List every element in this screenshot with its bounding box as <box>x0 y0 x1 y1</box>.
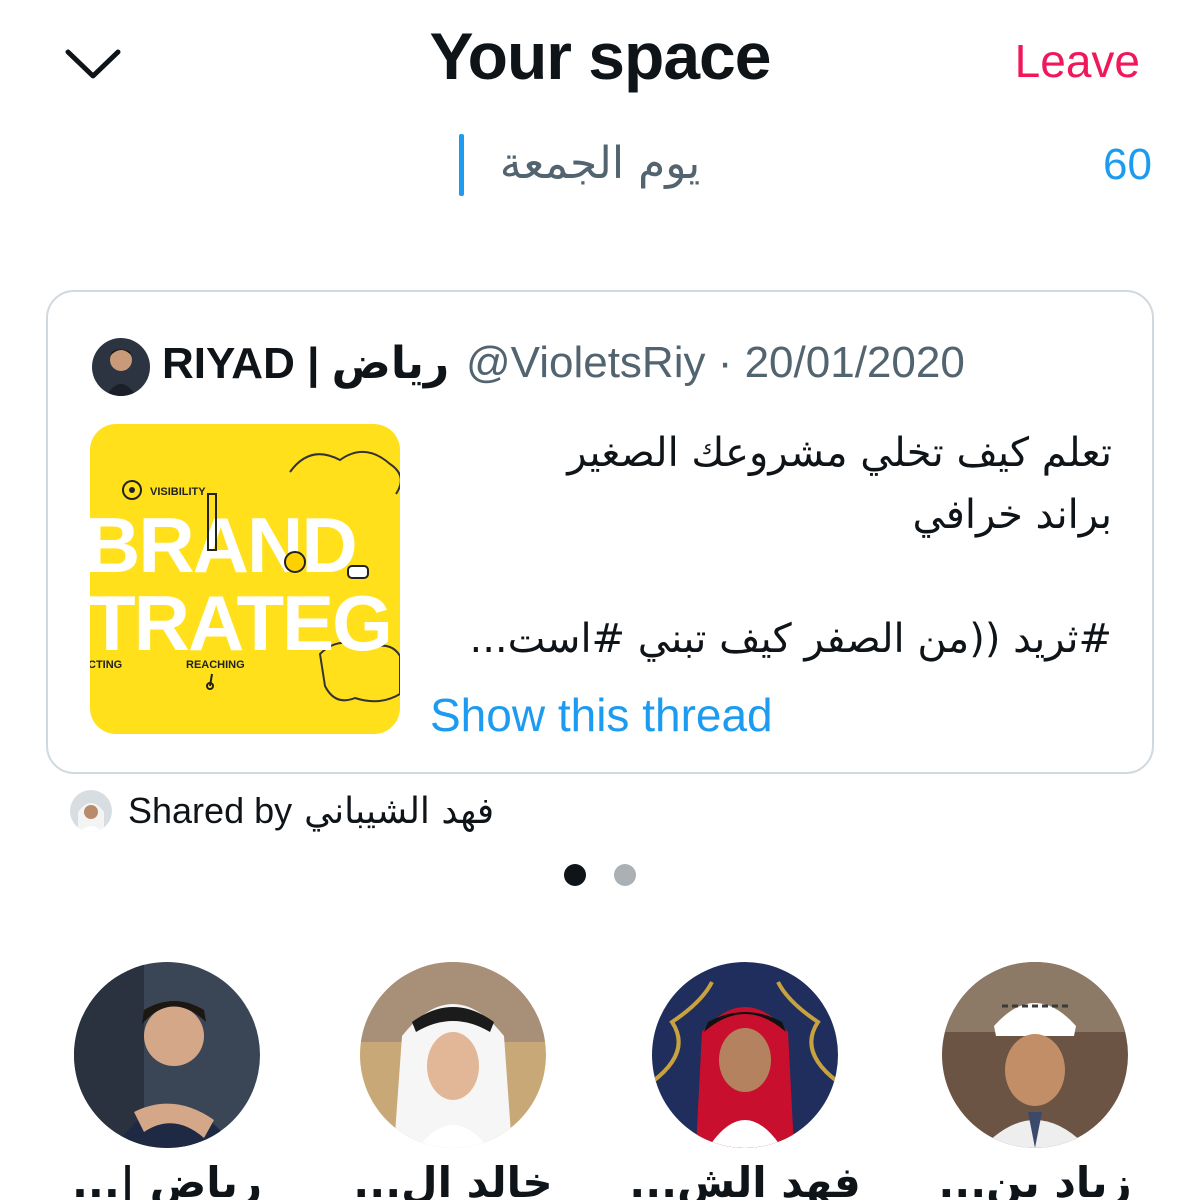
tweet-author-name[interactable]: RIYAD | رياض <box>162 338 449 389</box>
thumb-word-2: TRATEG <box>90 579 391 667</box>
leave-button[interactable]: Leave <box>1015 34 1140 88</box>
page-dot[interactable] <box>614 864 636 886</box>
speaker-item[interactable]: زياد بن... <box>938 962 1132 1200</box>
thumb-tag-visibility: VISIBILITY <box>150 486 206 498</box>
text-caret <box>459 134 464 196</box>
topic-input-value: يوم الجمعة <box>499 138 701 189</box>
character-counter: 60 <box>1103 140 1152 189</box>
tweet-author-handle: @VioletsRiy · 20/01/2020 <box>466 338 965 387</box>
speaker-avatar[interactable] <box>360 962 546 1148</box>
page-indicator <box>564 864 636 886</box>
tweet-text-line: #ثريد ((من الصفر كيف تبني #است... <box>469 616 1113 662</box>
tweet-text-line: براند خرافي <box>912 492 1112 538</box>
speaker-name: فهد الش... <box>629 1158 861 1200</box>
tweet-card[interactable]: RIYAD | رياض @VioletsRiy · 20/01/2020 VI… <box>46 290 1154 774</box>
speaker-name: زياد بن... <box>938 1158 1132 1200</box>
tweet-text-line <box>472 546 1112 608</box>
show-thread-link[interactable]: Show this thread <box>430 688 773 742</box>
speaker-item[interactable]: خالد ال... <box>353 962 553 1200</box>
sharer-avatar[interactable] <box>70 790 112 832</box>
speaker-item[interactable]: فهد الش... <box>629 962 861 1200</box>
shared-by-label: Shared by <box>128 790 293 831</box>
speaker-name: رياض |... <box>71 1158 263 1200</box>
tweet-text: تعلم كيف تخلي مشروعك الصغير براند خرافي … <box>469 422 1113 670</box>
speaker-item[interactable]: رياض |... <box>72 962 262 1200</box>
speaker-avatar[interactable] <box>652 962 838 1148</box>
sharer-name[interactable]: فهد الشيباني <box>304 791 494 832</box>
thumb-tag-reaching: REACHING <box>186 659 245 671</box>
tweet-author-avatar[interactable] <box>92 338 150 396</box>
tweet-text-line: تعلم كيف تخلي مشروعك الصغير <box>567 430 1112 476</box>
thumb-word-1: BRAND <box>90 501 356 589</box>
speaker-avatar[interactable] <box>942 962 1128 1148</box>
thumb-tag-acting: CTING <box>90 659 122 671</box>
shared-by: Shared by فهد الشيباني <box>70 788 494 834</box>
page-dot-active[interactable] <box>564 864 586 886</box>
speaker-avatar[interactable] <box>74 962 260 1148</box>
topic-input[interactable]: يوم الجمعة <box>380 130 820 206</box>
tweet-thumbnail[interactable]: VISIBILITY BRAND TRATEG CTING REACHING <box>90 424 400 734</box>
speaker-name: خالد ال... <box>353 1158 553 1200</box>
